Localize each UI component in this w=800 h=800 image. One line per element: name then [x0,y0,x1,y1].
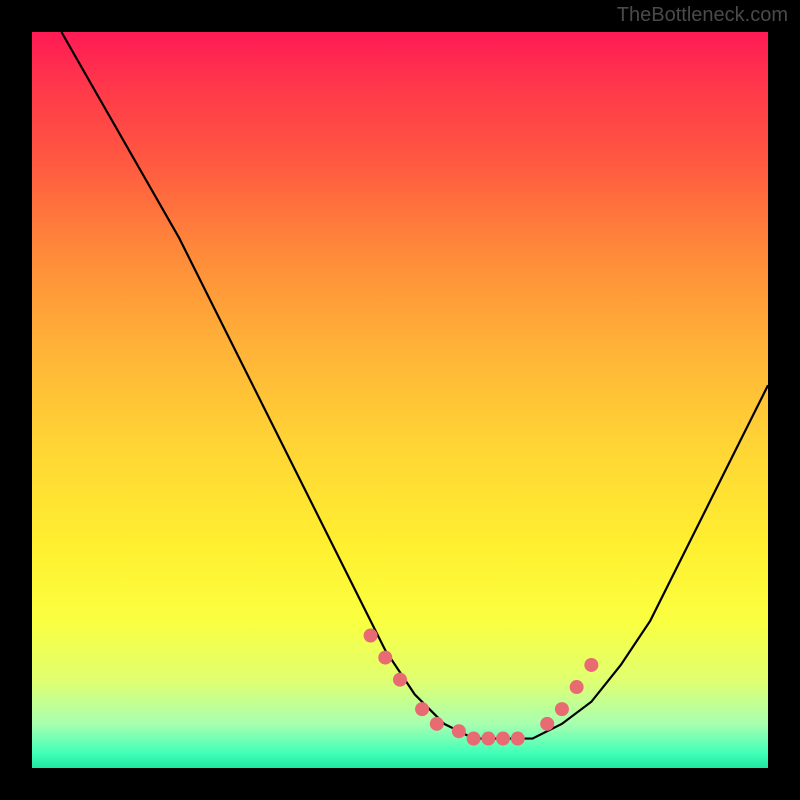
chart-frame [32,32,768,768]
marker-point [584,658,598,672]
marker-point [481,732,495,746]
marker-point [555,702,569,716]
marker-point [393,673,407,687]
marker-point [511,732,525,746]
marker-point [430,717,444,731]
marker-point [570,680,584,694]
marker-point [364,629,378,643]
marker-point [452,724,466,738]
curve-line [61,32,768,739]
bottleneck-curve [61,32,768,739]
marker-point [378,651,392,665]
watermark-text: TheBottleneck.com [617,4,788,27]
marker-point [467,732,481,746]
marker-point [415,702,429,716]
marker-point [496,732,510,746]
marker-point [540,717,554,731]
data-markers [364,629,599,746]
chart-svg [32,32,768,768]
